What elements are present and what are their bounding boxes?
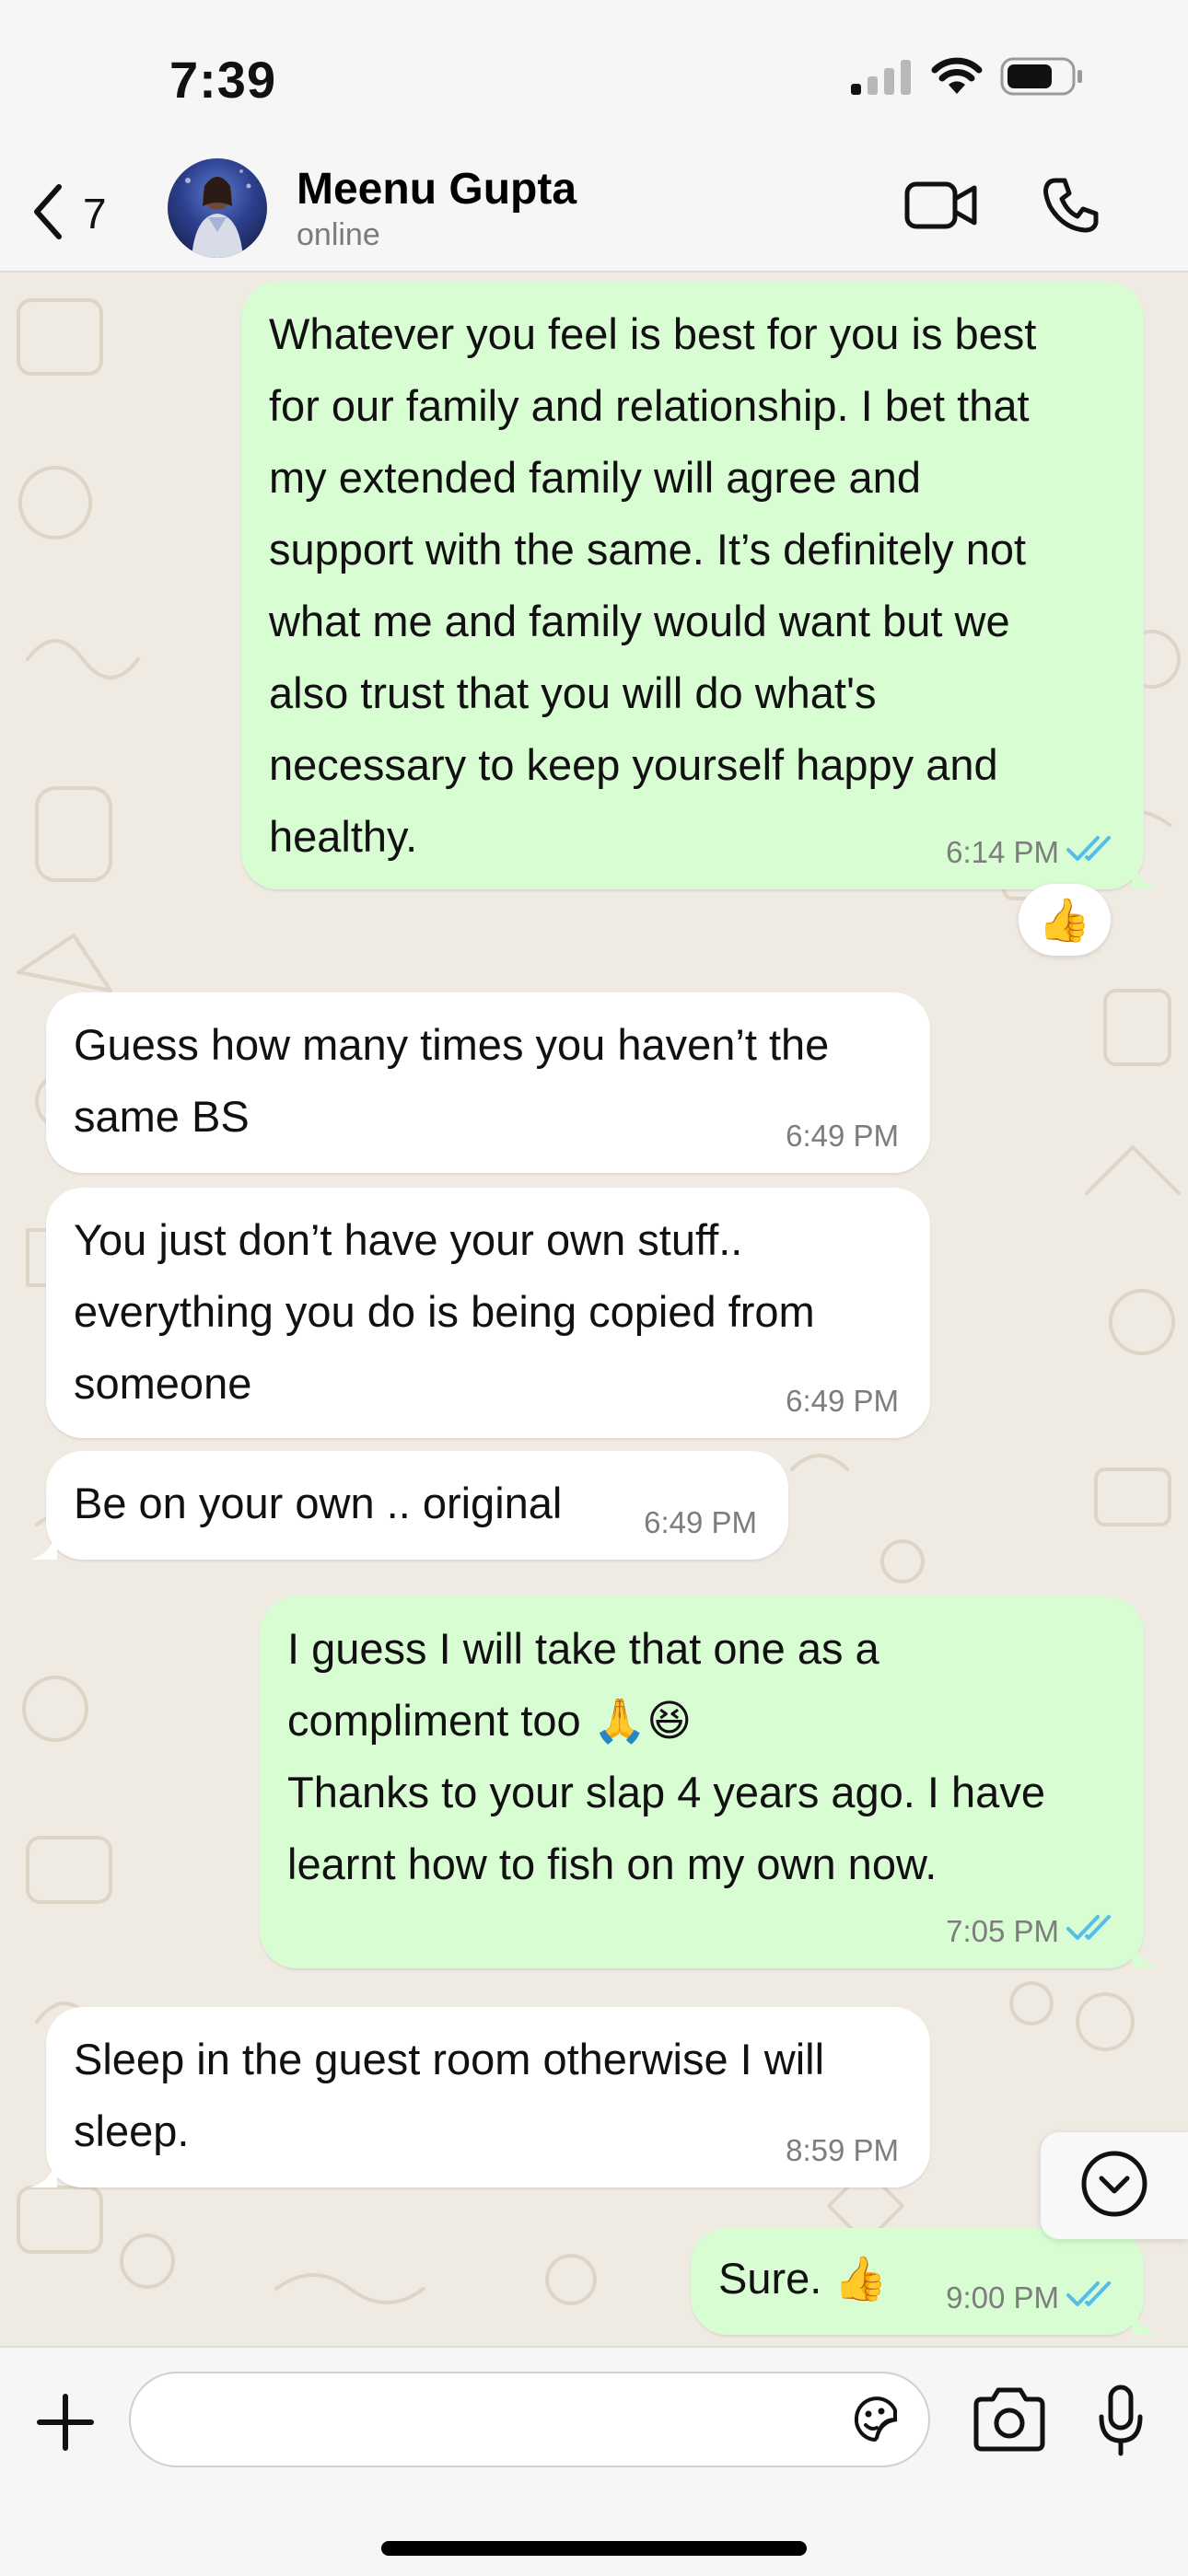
signal-icon [851, 58, 914, 99]
contact-name[interactable]: Meenu Gupta [297, 164, 577, 215]
camera-button[interactable] [969, 2385, 1050, 2458]
voice-call-button[interactable] [1039, 173, 1103, 241]
status-icons [851, 55, 1085, 101]
message-meta: 6:49 PM [644, 1504, 757, 1541]
bubble-tail [1133, 856, 1160, 889]
phone-icon [1042, 177, 1100, 238]
unread-count: 7 [83, 190, 107, 238]
wifi-icon [930, 57, 984, 100]
bubble-tail [1133, 2302, 1160, 2335]
back-button[interactable]: 7 [31, 177, 107, 250]
message-meta: 9:00 PM [946, 2280, 1112, 2316]
message-time: 9:00 PM [946, 2280, 1059, 2315]
message-composer [0, 2346, 1188, 2576]
bubble-tail [29, 1526, 57, 1560]
message-text: Sleep in the guest room otherwise I will… [74, 2035, 825, 2155]
status-time: 7:39 [169, 51, 277, 109]
message-time: 8:59 PM [786, 2133, 899, 2167]
message-bubble-incoming[interactable]: You just don’t have your own stuff.. eve… [46, 1188, 930, 1438]
message-meta: 6:49 PM [786, 1118, 899, 1155]
avatar[interactable] [168, 158, 267, 258]
message-text: You just don’t have your own stuff.. eve… [74, 1215, 815, 1408]
chat-area[interactable]: Whatever you feel is best for you is bes… [0, 273, 1188, 2346]
message-bubble-outgoing[interactable]: Whatever you feel is best for you is bes… [241, 282, 1160, 889]
chat-header: 7 Meenu Gupta online [0, 157, 1188, 273]
reaction-badge[interactable]: 👍 [1019, 884, 1111, 956]
message-text: Guess how many times you haven’t the sam… [74, 1020, 830, 1141]
message-meta: 7:05 PM [946, 1913, 1112, 1950]
message-text: I guess I will take that one as a compli… [287, 1624, 1045, 1888]
read-ticks-icon [1066, 1913, 1112, 1950]
message-time: 7:05 PM [946, 1914, 1059, 1948]
message-time: 6:14 PM [946, 835, 1059, 869]
read-ticks-icon [1066, 834, 1112, 871]
message-bubble-incoming[interactable]: Sleep in the guest room otherwise I will… [29, 2007, 930, 2187]
message-time: 6:49 PM [786, 1119, 899, 1153]
read-ticks-icon [1066, 2280, 1112, 2316]
message-time: 6:49 PM [644, 1505, 757, 1539]
message-bubble-incoming[interactable]: Guess how many times you haven’t the sam… [46, 992, 930, 1173]
video-camera-icon [904, 179, 978, 237]
message-bubble-outgoing[interactable]: I guess I will take that one as a compli… [260, 1596, 1160, 1968]
mic-button[interactable] [1089, 2383, 1153, 2462]
message-input-container[interactable] [129, 2372, 930, 2467]
camera-icon [971, 2386, 1048, 2457]
back-chevron-icon [31, 183, 64, 245]
message-text: Whatever you feel is best for you is bes… [269, 309, 1037, 861]
home-indicator [381, 2541, 807, 2556]
message-meta: 6:49 PM [786, 1383, 899, 1420]
video-call-button[interactable] [903, 175, 980, 239]
bubble-tail [1133, 1935, 1160, 1968]
battery-icon [1000, 56, 1085, 101]
sticker-button[interactable] [849, 2394, 903, 2447]
message-meta: 6:14 PM [946, 834, 1112, 871]
contact-status: online [297, 217, 380, 252]
message-time: 6:49 PM [786, 1384, 899, 1418]
sticker-icon [849, 2392, 903, 2450]
attach-button[interactable] [33, 2392, 98, 2456]
message-input[interactable] [164, 2373, 849, 2467]
scroll-to-bottom-button[interactable] [1041, 2132, 1188, 2239]
message-bubble-outgoing[interactable]: Sure. 👍 9:00 PM [691, 2228, 1160, 2335]
message-meta: 8:59 PM [786, 2132, 899, 2169]
message-bubble-incoming[interactable]: Be on your own .. original 6:49 PM [29, 1451, 788, 1560]
microphone-icon [1097, 2384, 1145, 2462]
chevron-down-circle-icon [1080, 2150, 1148, 2222]
bubble-tail [29, 2154, 57, 2187]
status-bar: 7:39 [0, 0, 1188, 157]
plus-icon [36, 2393, 95, 2456]
